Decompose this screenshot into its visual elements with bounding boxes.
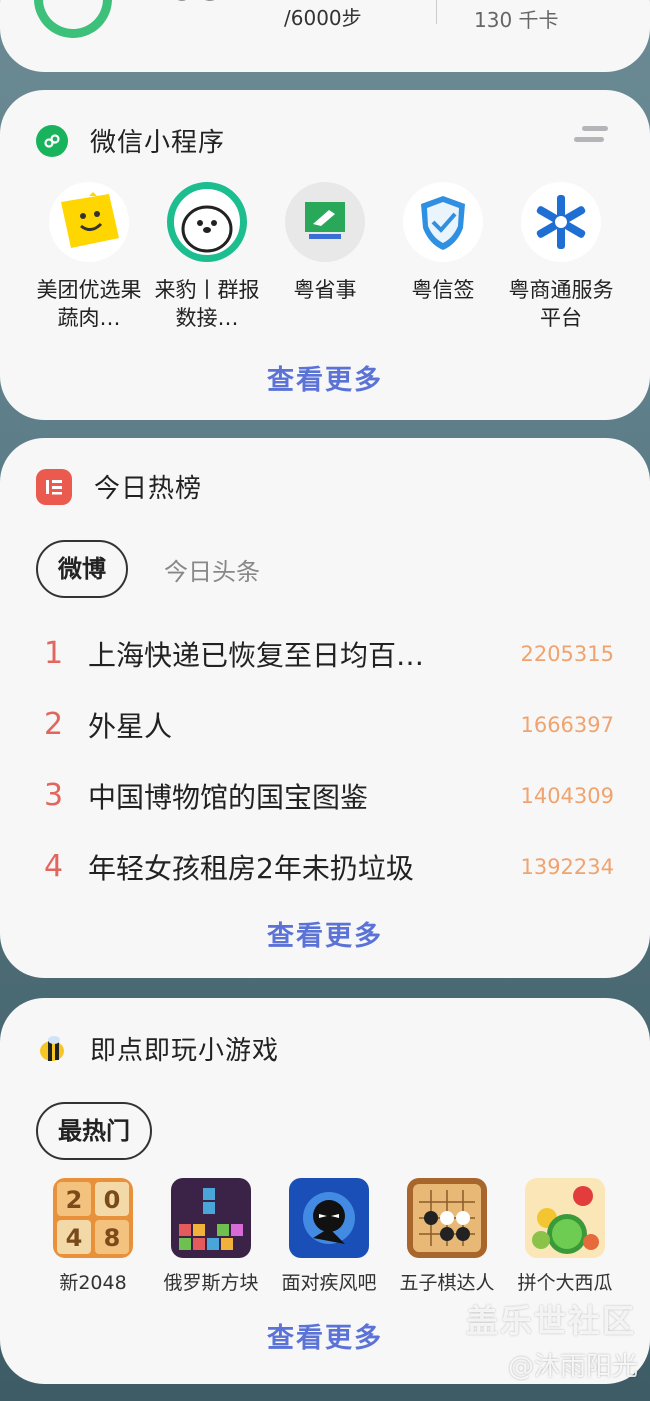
svg-text:0: 0 bbox=[104, 1186, 121, 1214]
steps-card[interactable]: 4097 /6000步 130 千卡 bbox=[0, 0, 650, 72]
mini-programs-card: 微信小程序 美团优选果蔬肉… 来豹丨群报数接… 粤省事 粤信签 粤商通服务平台 … bbox=[0, 90, 650, 420]
list-item[interactable]: 1 上海快递已恢复至日均百… 2205315 bbox=[44, 618, 614, 689]
bee-icon bbox=[36, 1033, 68, 1065]
svg-text:4: 4 bbox=[66, 1224, 83, 1252]
tab-hottest[interactable]: 最热门 bbox=[36, 1102, 152, 1160]
list-item[interactable]: 4 年轻女孩租房2年未扔垃圾 1392234 bbox=[44, 831, 614, 902]
hot-value: 1404309 bbox=[520, 783, 614, 808]
hot-list-tabs: 微博 今日头条 bbox=[36, 540, 260, 598]
steps-progress-ring bbox=[19, 0, 127, 53]
hot-topic: 上海快递已恢复至日均百… bbox=[88, 638, 425, 672]
hot-value: 1666397 bbox=[520, 712, 614, 737]
mini-programs-header: 微信小程序 bbox=[36, 122, 225, 159]
mini-games-title: 即点即玩小游戏 bbox=[90, 1036, 280, 1066]
app-label: 美团优选果蔬肉… bbox=[36, 278, 142, 330]
wechat-mini-program-icon bbox=[36, 124, 68, 157]
app-yuexinqian[interactable]: 粤信签 bbox=[384, 182, 502, 332]
hot-topic: 外星人 bbox=[88, 709, 173, 743]
yueshengshi-icon bbox=[285, 182, 365, 262]
steps-count: 4097 bbox=[136, 0, 258, 8]
watermark-user: @沐雨阳光 bbox=[507, 1352, 638, 1382]
hot-topic: 中国博物馆的国宝图鉴 bbox=[88, 780, 369, 814]
app-label: 来豹丨群报数接… bbox=[154, 278, 260, 330]
hot-list-card: 今日热榜 微博 今日头条 1 上海快递已恢复至日均百… 2205315 2 外星… bbox=[0, 438, 650, 978]
game-2048[interactable]: 2048 新2048 bbox=[34, 1178, 152, 1295]
rank: 2 bbox=[44, 707, 64, 742]
app-yueshangtong[interactable]: 粤商通服务平台 bbox=[502, 182, 620, 332]
hot-list: 1 上海快递已恢复至日均百… 2205315 2 外星人 1666397 3 中… bbox=[44, 618, 614, 902]
svg-text:2: 2 bbox=[66, 1186, 83, 1214]
mini-games-tabs: 最热门 bbox=[36, 1102, 152, 1160]
game-ninja[interactable]: 面对疾风吧 bbox=[270, 1178, 388, 1295]
watermelon-icon bbox=[525, 1178, 605, 1258]
2048-icon: 2048 bbox=[53, 1178, 133, 1258]
seal-icon bbox=[167, 182, 247, 262]
menu-icon[interactable] bbox=[574, 126, 608, 144]
mini-programs-title: 微信小程序 bbox=[90, 128, 226, 158]
shield-check-icon bbox=[403, 182, 483, 262]
app-meituan[interactable]: 美团优选果蔬肉… bbox=[30, 182, 148, 332]
watermark-site: 盖乐世社区 bbox=[465, 1302, 636, 1340]
tetris-icon bbox=[171, 1178, 251, 1258]
game-label: 面对疾风吧 bbox=[281, 1272, 377, 1294]
list-item[interactable]: 2 外星人 1666397 bbox=[44, 689, 614, 760]
meituan-icon bbox=[49, 182, 129, 262]
rank: 3 bbox=[44, 778, 64, 813]
divider bbox=[436, 0, 437, 24]
game-list: 2048 新2048 俄罗斯方块 面对疾风吧 五子棋达人 拼个大西瓜 bbox=[34, 1178, 624, 1295]
hot-list-icon bbox=[36, 468, 72, 505]
rank: 4 bbox=[44, 849, 64, 884]
tab-toutiao[interactable]: 今日头条 bbox=[164, 552, 260, 587]
game-label: 五子棋达人 bbox=[399, 1272, 495, 1294]
hot-topic: 年轻女孩租房2年未扔垃圾 bbox=[88, 851, 414, 885]
game-watermelon[interactable]: 拼个大西瓜 bbox=[506, 1178, 624, 1295]
svg-text:8: 8 bbox=[104, 1224, 121, 1252]
app-yueshengshi[interactable]: 粤省事 bbox=[266, 182, 384, 332]
app-label: 粤信签 bbox=[411, 278, 475, 302]
hot-list-more-button[interactable]: 查看更多 bbox=[0, 914, 650, 953]
tab-weibo[interactable]: 微博 bbox=[36, 540, 128, 598]
game-label: 拼个大西瓜 bbox=[517, 1272, 613, 1294]
game-tetris[interactable]: 俄罗斯方块 bbox=[152, 1178, 270, 1295]
calories: 130 千卡 bbox=[474, 8, 559, 32]
gomoku-icon bbox=[407, 1178, 487, 1258]
app-label: 粤省事 bbox=[293, 278, 357, 302]
hot-value: 2205315 bbox=[520, 641, 614, 666]
game-label: 俄罗斯方块 bbox=[163, 1272, 259, 1294]
mini-program-list: 美团优选果蔬肉… 来豹丨群报数接… 粤省事 粤信签 粤商通服务平台 bbox=[30, 182, 630, 332]
list-item[interactable]: 3 中国博物馆的国宝图鉴 1404309 bbox=[44, 760, 614, 831]
app-laibao[interactable]: 来豹丨群报数接… bbox=[148, 182, 266, 332]
hot-value: 1392234 bbox=[520, 854, 614, 879]
mini-programs-more-button[interactable]: 查看更多 bbox=[0, 358, 650, 397]
hot-list-title: 今日热榜 bbox=[94, 474, 203, 504]
game-gomoku[interactable]: 五子棋达人 bbox=[388, 1178, 506, 1295]
app-label: 粤商通服务平台 bbox=[508, 278, 614, 330]
ninja-icon bbox=[289, 1178, 369, 1258]
hot-list-header: 今日热榜 bbox=[36, 468, 202, 505]
steps-goal: /6000步 bbox=[284, 6, 362, 30]
game-label: 新2048 bbox=[59, 1272, 127, 1294]
snowflake-icon bbox=[521, 182, 601, 262]
mini-games-header: 即点即玩小游戏 bbox=[36, 1030, 279, 1067]
rank: 1 bbox=[44, 636, 64, 671]
